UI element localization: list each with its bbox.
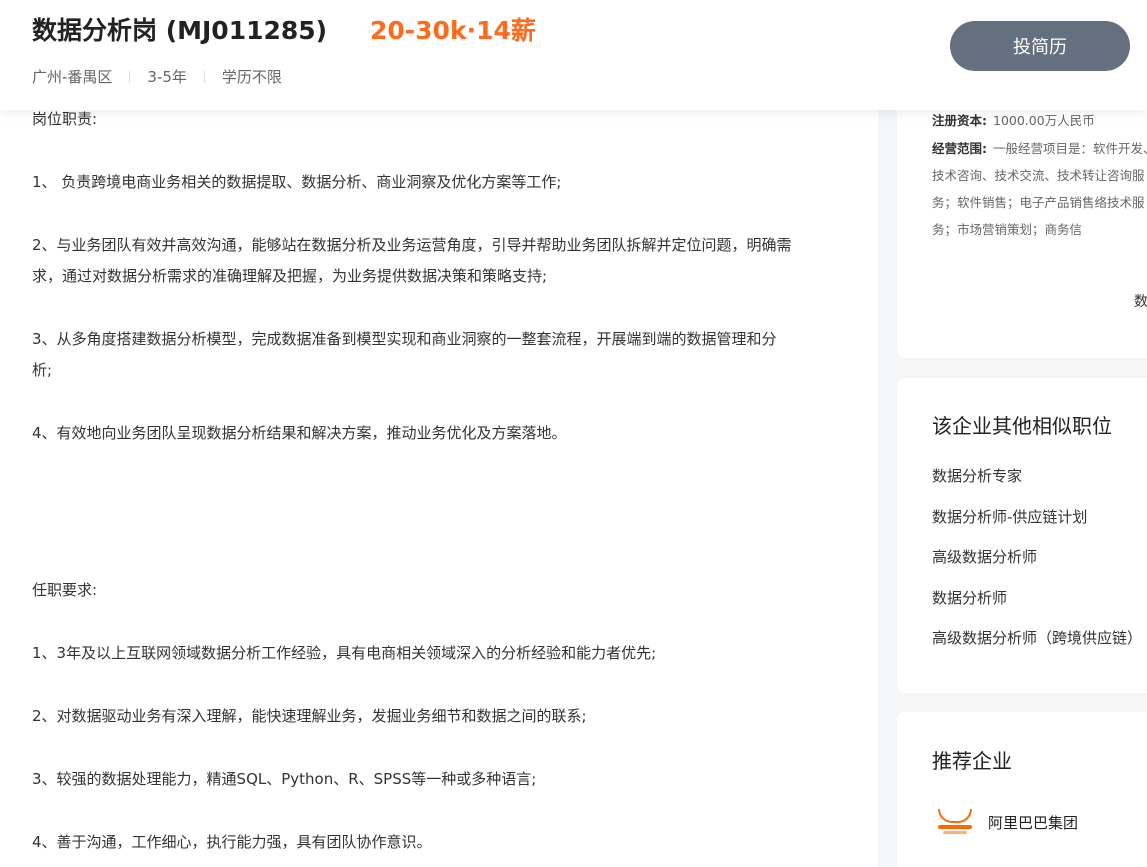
similar-job-item[interactable]: 高级数据分析师 <box>932 546 1037 567</box>
business-scope: 经营范围: 一般经营项目是：软件开发、技术咨询、技术交流、技术转让咨询服务；软件销… <box>932 135 1147 243</box>
registered-capital-label: 注册资本: <box>932 113 987 128</box>
job-title: 数据分析岗 (MJ011285) <box>32 16 328 45</box>
job-description-panel: 岗位职责: 1、 负责跨境电商业务相关的数据提取、数据分析、商业洞察及优化方案等… <box>0 0 878 867</box>
job-detail-page: 岗位职责: 1、 负责跨境电商业务相关的数据提取、数据分析、商业洞察及优化方案等… <box>0 0 1147 867</box>
duty-item-2-cont: 求，通过对数据分析需求的准确理解及把握，为业务提供数据决策和策略支持; <box>32 267 548 285</box>
apply-resume-button[interactable]: 投简历 <box>950 21 1130 71</box>
recommended-companies-card: 推荐企业 阿里巴巴集团 <box>897 712 1147 867</box>
similar-job-item[interactable]: 数据分析师 <box>932 587 1007 608</box>
job-meta: 广州-番禺区 3-5年 学历不限 <box>32 66 282 88</box>
meta-divider <box>203 71 205 83</box>
job-experience: 3-5年 <box>147 68 187 86</box>
alibaba-logo-icon[interactable] <box>932 798 978 844</box>
recommended-company-name[interactable]: 阿里巴巴集团 <box>988 812 1078 833</box>
duty-item-3-cont: 析; <box>32 361 53 379</box>
requirement-item-3: 3、较强的数据处理能力，精通SQL、Python、R、SPSS等一种或多种语言; <box>32 770 537 788</box>
duty-item-2: 2、与业务团队有效并高效沟通，能够站在数据分析及业务运营角度，引导并帮助业务团队… <box>32 236 792 254</box>
salary: 20-30k·14薪 <box>370 16 536 45</box>
requirement-item-2: 2、对数据驱动业务有深入理解，能快速理解业务，发掘业务细节和数据之间的联系; <box>32 707 587 725</box>
logo-subtext <box>943 830 967 834</box>
job-header: 数据分析岗 (MJ011285) 20-30k·14薪 广州-番禺区 3-5年 … <box>0 0 1147 110</box>
registered-capital-value: 1000.00万人民币 <box>993 113 1095 128</box>
meta-divider <box>129 71 131 83</box>
section-heading-requirements: 任职要求: <box>32 581 98 599</box>
job-location: 广州-番禺区 <box>32 68 113 86</box>
duty-item-3: 3、从多角度搭建数据分析模型，完成数据准备到模型实现和商业洞察的一整套流程，开展… <box>32 330 777 348</box>
logo-swoosh <box>938 808 972 823</box>
recommended-title: 推荐企业 <box>932 749 1012 773</box>
job-education: 学历不限 <box>221 68 282 86</box>
similar-job-item[interactable]: 高级数据分析师（跨境供应链） <box>932 627 1142 648</box>
business-scope-label: 经营范围: <box>932 141 987 156</box>
requirement-item-4: 4、善于沟通，工作细心，执行能力强，具有团队协作意识。 <box>32 833 432 851</box>
similar-job-item[interactable]: 数据分析师-供应链计划 <box>932 506 1087 527</box>
requirement-item-1: 1、3年及以上互联网领域数据分析工作经验，具有电商相关领域深入的分析经验和能力者… <box>32 644 657 662</box>
registered-capital: 注册资本: 1000.00万人民币 <box>932 107 1095 134</box>
similar-jobs-title: 该企业其他相似职位 <box>932 414 1112 438</box>
logo-wordmark <box>938 824 972 829</box>
clipped-text: 数 <box>1134 294 1147 310</box>
duty-item-1: 1、 负责跨境电商业务相关的数据提取、数据分析、商业洞察及优化方案等工作; <box>32 173 562 191</box>
similar-job-item[interactable]: 数据分析专家 <box>932 465 1022 486</box>
duty-item-4: 4、有效地向业务团队呈现数据分析结果和解决方案，推动业务优化及方案落地。 <box>32 424 567 442</box>
similar-jobs-card: 该企业其他相似职位 数据分析专家 数据分析师-供应链计划 高级数据分析师 数据分… <box>897 378 1147 693</box>
